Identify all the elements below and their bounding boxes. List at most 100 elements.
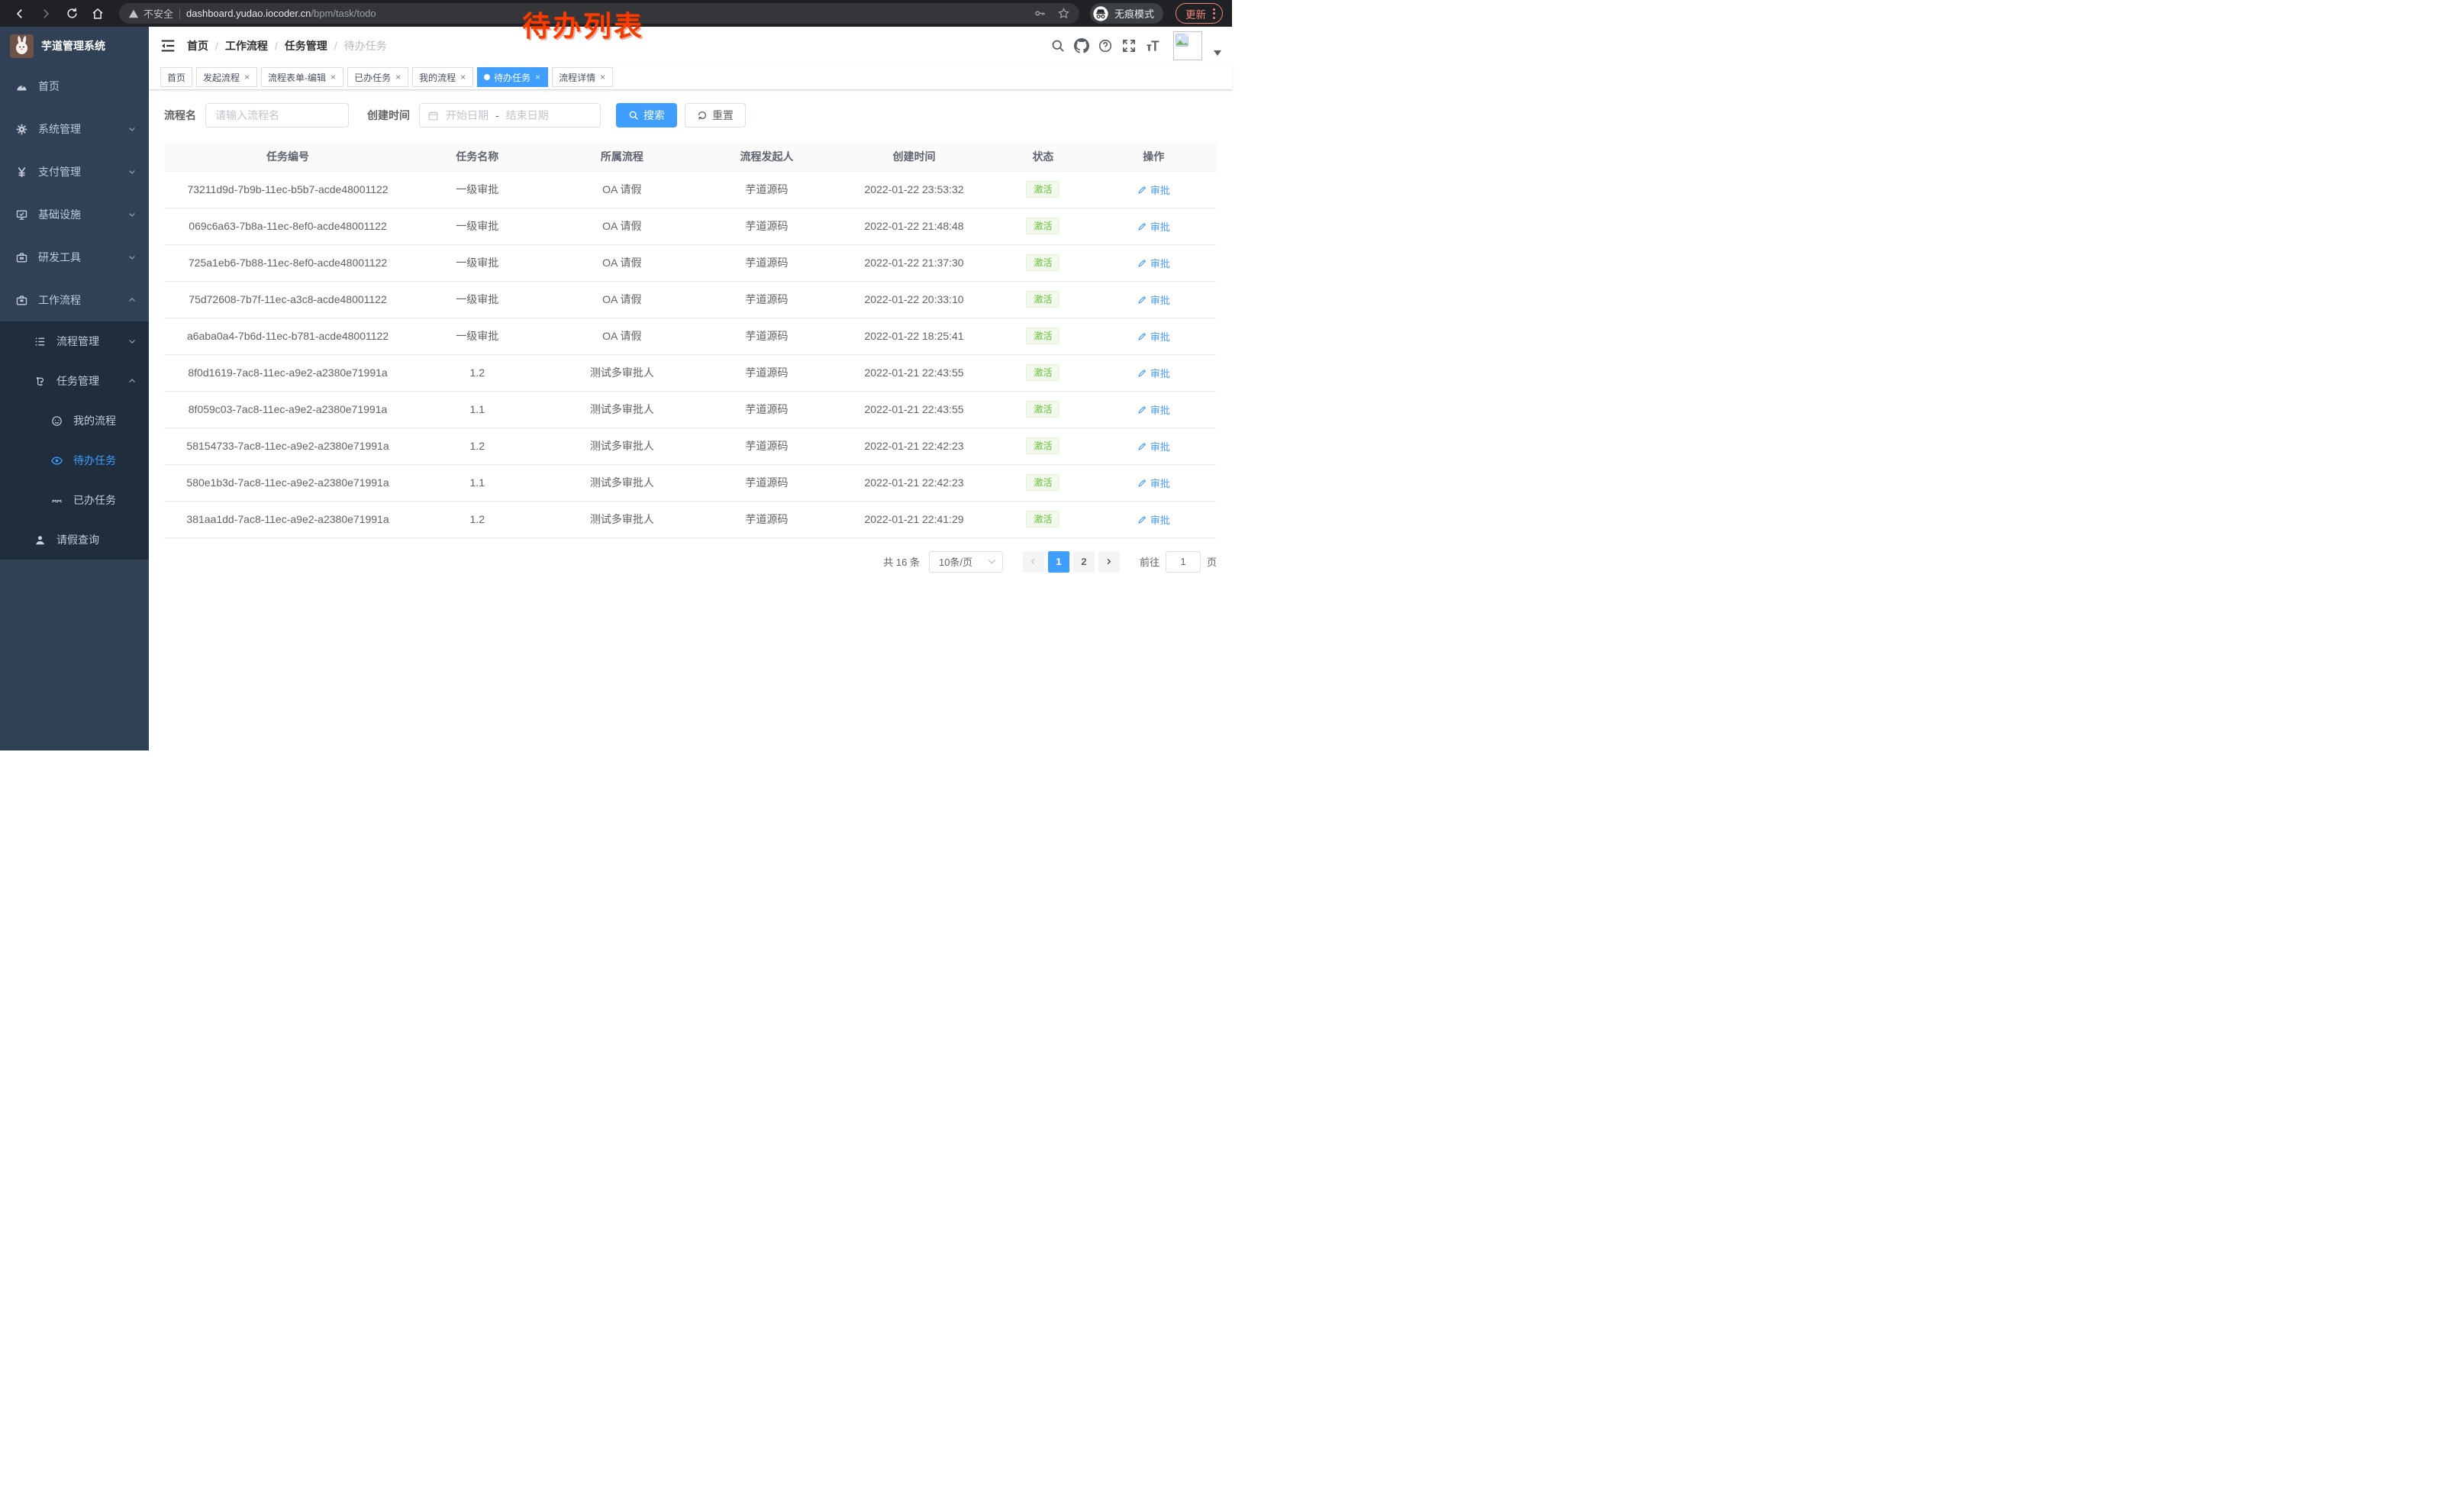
sidebar-item-8[interactable]: 我的流程 [0,401,149,441]
page-size-select[interactable]: 10条/页 [929,551,1003,573]
goto-label: 前往 [1140,554,1159,569]
reset-button[interactable]: 重置 [685,103,746,128]
table-row: 73211d9d-7b9b-11ec-b5b7-acde48001122一级审批… [164,171,1217,208]
tab-close-icon[interactable]: × [395,72,402,82]
sidebar-item-9[interactable]: 待办任务 [0,441,149,480]
cell-action: 审批 [1091,171,1217,208]
sidebar-item-4[interactable]: 研发工具 [0,236,149,279]
url-divider [179,8,180,19]
cell-id: 75d72608-7b7f-11ec-a3c8-acde48001122 [164,281,411,318]
approve-link[interactable]: 审批 [1137,402,1170,417]
approve-link[interactable]: 审批 [1137,512,1170,527]
cell-status: 激活 [995,318,1090,354]
process-name-input[interactable] [205,103,349,128]
tags-view-bar: 首页发起流程×流程表单-编辑×已办任务×我的流程×待办任务×流程详情× [149,65,1232,90]
cell-name: 一级审批 [411,171,543,208]
cell-name: 1.2 [411,354,543,391]
prev-page-button[interactable] [1023,551,1044,573]
table-row: 580e1b3d-7ac8-11ec-a9e2-a2380e71991a1.1测… [164,464,1217,501]
sidebar-item-0[interactable]: 首页 [0,65,149,108]
tab-close-icon[interactable]: × [243,72,250,82]
approve-link[interactable]: 审批 [1137,256,1170,270]
cell-created: 2022-01-21 22:41:29 [833,501,996,537]
browser-reload-button[interactable] [61,3,82,24]
tab-5[interactable]: 待办任务× [477,67,548,87]
tab-6[interactable]: 流程详情× [552,67,613,87]
tab-1[interactable]: 发起流程× [196,67,257,87]
tab-3[interactable]: 已办任务× [347,67,408,87]
sidebar-item-3[interactable]: 基础设施 [0,193,149,236]
sidebar-item-7[interactable]: 任务管理 [0,361,149,401]
avatar-caret-icon[interactable] [1214,50,1221,56]
goto-page-input[interactable] [1166,551,1201,573]
page-button-2[interactable]: 2 [1073,551,1095,573]
approve-link[interactable]: 审批 [1137,292,1170,307]
browser-forward-button[interactable] [35,3,56,24]
sidebar-item-1[interactable]: 系统管理 [0,108,149,150]
browser-update-button[interactable]: 更新 [1176,3,1223,24]
tab-0[interactable]: 首页 [160,67,192,87]
incognito-badge: 无痕模式 [1090,3,1163,24]
todo-task-page: 流程名 创建时间 开始日期 - 结束日期 搜索 重置 [149,90,1232,750]
cell-action: 审批 [1091,428,1217,464]
fullscreen-icon[interactable] [1121,38,1137,53]
approve-link[interactable]: 审批 [1137,182,1170,197]
approve-link[interactable]: 审批 [1137,366,1170,380]
column-header: 流程发起人 [701,143,832,171]
address-bar[interactable]: 不安全 dashboard.yudao.iocoder.cn/bpm/task/… [119,3,1079,24]
font-size-icon[interactable] [1145,38,1160,53]
create-time-label: 创建时间 [367,108,410,123]
cell-process: 测试多审批人 [543,428,701,464]
tree-icon [34,375,47,388]
github-icon[interactable] [1074,38,1089,53]
sidebar-item-label: 请假查询 [56,532,99,547]
breadcrumb-item[interactable]: 任务管理 [285,38,327,53]
breadcrumb-item: 待办任务 [344,38,387,53]
cell-process: OA 请假 [543,318,701,354]
cell-id: 8f0d1619-7ac8-11ec-a9e2-a2380e71991a [164,354,411,391]
approve-link[interactable]: 审批 [1137,329,1170,344]
page-button-1[interactable]: 1 [1048,551,1069,573]
tab-4[interactable]: 我的流程 × [412,67,473,87]
tab-close-icon[interactable]: × [534,72,541,82]
tab-2[interactable]: 流程表单-编辑× [261,67,343,87]
breadcrumb-item[interactable]: 工作流程 [225,38,268,53]
reload-icon [66,7,79,20]
search-button[interactable]: 搜索 [616,103,677,128]
tab-close-icon[interactable]: × [599,72,606,82]
tab-close-icon[interactable]: × [330,72,337,82]
cell-id: 58154733-7ac8-11ec-a9e2-a2380e71991a [164,428,411,464]
sidebar-toggle-button[interactable] [160,37,176,54]
date-range-picker[interactable]: 开始日期 - 结束日期 [419,103,601,128]
chevron-down-icon [988,559,996,564]
avatar[interactable] [1173,31,1202,60]
approve-link[interactable]: 审批 [1137,219,1170,234]
sidebar-item-2[interactable]: 支付管理 [0,150,149,193]
monitor-icon [15,208,28,221]
approve-link[interactable]: 审批 [1137,439,1170,454]
bookmark-star-icon[interactable] [1057,7,1070,20]
sidebar-item-5[interactable]: 工作流程 [0,279,149,321]
breadcrumb-item[interactable]: 首页 [187,38,208,53]
sidebar-item-6[interactable]: 流程管理 [0,321,149,361]
table-row: 381aa1dd-7ac8-11ec-a9e2-a2380e71991a1.2测… [164,501,1217,537]
key-icon[interactable] [1034,7,1047,20]
sidebar-item-label: 工作流程 [38,292,81,308]
browser-home-button[interactable] [87,3,108,24]
incognito-label: 无痕模式 [1114,6,1154,21]
table-row: 725a1eb6-7b88-11ec-8ef0-acde48001122一级审批… [164,244,1217,281]
browser-menu-icon[interactable] [1213,8,1215,19]
tab-label: 我的流程 [419,71,456,84]
sidebar-item-11[interactable]: 请假查询 [0,520,149,560]
sidebar-item-10[interactable]: 已办任务 [0,480,149,520]
cell-id: 725a1eb6-7b88-11ec-8ef0-acde48001122 [164,244,411,281]
pagination-total: 共 16 条 [883,554,920,569]
approve-link[interactable]: 审批 [1137,476,1170,490]
header-search-icon[interactable] [1050,38,1066,53]
sidebar-logo-row[interactable]: 芋道管理系统 [0,27,149,65]
next-page-button[interactable] [1098,551,1120,573]
help-icon[interactable] [1098,38,1113,53]
browser-back-button[interactable] [9,3,31,24]
tab-close-icon[interactable]: × [460,72,466,82]
cell-id: 580e1b3d-7ac8-11ec-a9e2-a2380e71991a [164,464,411,501]
